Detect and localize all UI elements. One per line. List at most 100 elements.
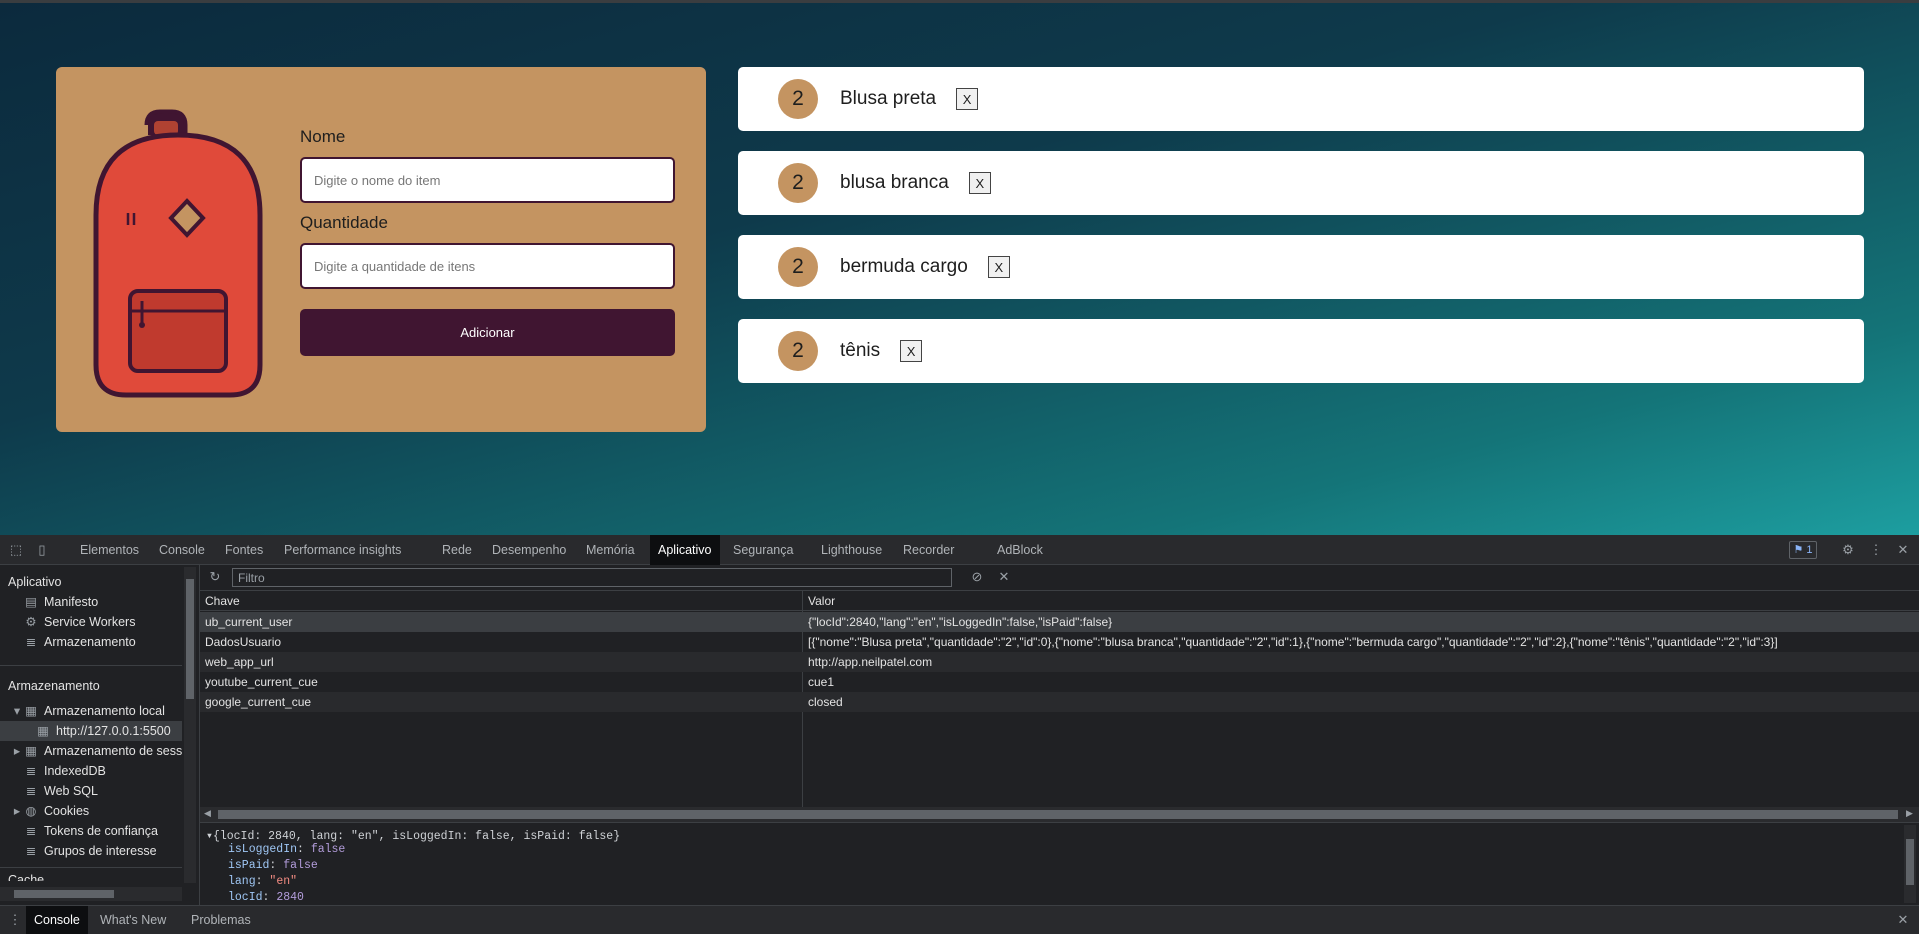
sidebar-item-session-storage[interactable]: ▸ ▦ Armazenamento de sessão <box>12 743 182 758</box>
refresh-icon[interactable]: ↻ <box>208 570 222 584</box>
delete-selected-icon[interactable]: ✕ <box>997 570 1011 584</box>
delete-item-button[interactable]: X <box>956 88 979 110</box>
sidebar-item-label: Web SQL <box>44 784 98 798</box>
expand-arrow-icon[interactable]: ▾ <box>206 830 213 843</box>
database-icon: ≣ <box>25 844 37 858</box>
preview-scrollbar-thumb[interactable] <box>1906 839 1914 885</box>
backpack-illustration <box>93 109 263 398</box>
item-quantity-badge: 2 <box>778 163 818 203</box>
issues-badge[interactable]: ⚑ 1 <box>1789 541 1817 559</box>
table-hscroll-thumb[interactable] <box>218 810 1898 819</box>
sidebar-item-storage[interactable]: ≣ Armazenamento <box>24 634 136 649</box>
row-key: youtube_current_cue <box>205 675 318 689</box>
tab-performance[interactable]: Desempenho <box>492 535 566 565</box>
sidebar-scrollbar-thumb[interactable] <box>186 579 194 699</box>
sidebar-item-websql[interactable]: ≣ Web SQL <box>24 783 98 798</box>
database-icon: ≣ <box>25 635 37 649</box>
sidebar-item-label: IndexedDB <box>44 764 106 778</box>
tab-console[interactable]: Console <box>159 535 205 565</box>
sidebar-item-service-workers[interactable]: ⚙ Service Workers <box>24 614 135 629</box>
tab-network[interactable]: Rede <box>442 535 472 565</box>
row-value: closed <box>808 695 843 709</box>
drawer-tab-console[interactable]: Console <box>26 906 88 934</box>
scroll-left-arrow-icon[interactable]: ◀ <box>204 808 211 819</box>
name-label: Nome <box>300 127 346 146</box>
drawer-tab-bar: ⋮ Console What's New Problemas ✕ <box>0 905 1919 934</box>
table-row-empty[interactable] <box>200 712 1919 732</box>
close-devtools-icon[interactable]: ✕ <box>1896 543 1910 557</box>
issues-count: 1 <box>1806 544 1813 556</box>
tab-memory[interactable]: Memória <box>586 535 635 565</box>
filter-input[interactable] <box>232 568 952 587</box>
sidebar-item-label: Armazenamento <box>44 635 136 649</box>
table-row[interactable]: ub_current_user {"locId":2840,"lang":"en… <box>200 612 1919 632</box>
row-value: [{"nome":"Blusa preta","quantidade":"2",… <box>808 635 1778 649</box>
drawer-tab-problems[interactable]: Problemas <box>191 906 251 934</box>
sidebar-item-cookies[interactable]: ▸ ◍ Cookies <box>12 803 89 818</box>
tab-performance-insights[interactable]: Performance insights <box>284 535 401 565</box>
row-key: web_app_url <box>205 655 274 669</box>
sidebar-item-label: http://127.0.0.1:5500 <box>56 724 171 738</box>
sidebar-item-local-origin[interactable]: ▦ http://127.0.0.1:5500 <box>0 721 182 741</box>
sidebar-scrollbar[interactable] <box>184 567 196 883</box>
more-options-icon[interactable]: ⋮ <box>1869 543 1883 557</box>
sidebar-divider <box>0 665 182 666</box>
tab-security[interactable]: Segurança <box>733 535 793 565</box>
item-name: blusa branca <box>840 172 949 193</box>
scroll-right-arrow-icon[interactable]: ▶ <box>1906 808 1913 819</box>
delete-item-button[interactable]: X <box>900 340 923 362</box>
database-icon: ≣ <box>25 824 37 838</box>
add-item-card: Nome Quantidade Adicionar <box>56 67 706 432</box>
preview-summary[interactable]: ▾{locId: 2840, lang: "en", isLoggedIn: f… <box>206 828 620 843</box>
prop-value: false <box>283 859 318 872</box>
drawer-menu-icon[interactable]: ⋮ <box>8 913 22 927</box>
tab-recorder[interactable]: Recorder <box>903 535 954 565</box>
tab-application[interactable]: Aplicativo <box>650 535 720 565</box>
sidebar-item-label: Cookies <box>44 804 90 818</box>
sidebar-item-indexeddb[interactable]: ≣ IndexedDB <box>24 763 106 778</box>
item-name-input[interactable] <box>300 157 675 203</box>
add-item-button[interactable]: Adicionar <box>300 309 675 356</box>
inspect-element-icon[interactable]: ⬚ <box>9 543 23 557</box>
sidebar-horizontal-scrollbar[interactable] <box>0 887 182 901</box>
column-header-value[interactable]: Valor <box>808 591 835 611</box>
tab-elements[interactable]: Elementos <box>80 535 139 565</box>
item-quantity-badge: 2 <box>778 247 818 287</box>
item-name: Blusa preta <box>840 88 937 109</box>
preview-scrollbar[interactable] <box>1904 825 1916 903</box>
preview-prop: locId: 2840 <box>228 891 304 904</box>
column-header-key[interactable]: Chave <box>205 591 795 611</box>
sidebar-item-label: Service Workers <box>44 615 136 629</box>
prop-value: 2840 <box>276 891 304 904</box>
tab-lighthouse[interactable]: Lighthouse <box>821 535 882 565</box>
tab-sources[interactable]: Fontes <box>225 535 263 565</box>
table-row[interactable]: youtube_current_cue cue1 <box>200 672 1919 692</box>
close-drawer-icon[interactable]: ✕ <box>1896 913 1910 927</box>
table-horizontal-scrollbar[interactable]: ◀ ▶ <box>200 807 1919 822</box>
grid-icon: ▦ <box>37 724 49 738</box>
table-row[interactable]: DadosUsuario [{"nome":"Blusa preta","qua… <box>200 632 1919 652</box>
prop-key: locId <box>228 891 263 904</box>
list-item: 2 Blusa preta X <box>738 67 1864 131</box>
tab-adblock[interactable]: AdBlock <box>997 535 1043 565</box>
item-quantity-input[interactable] <box>300 243 675 289</box>
sidebar-item-manifest[interactable]: ▤ Manifesto <box>24 594 98 609</box>
collapsed-arrow-icon: ▸ <box>13 804 21 818</box>
drawer-tab-whats-new[interactable]: What's New <box>100 906 166 934</box>
sidebar-item-interest-groups[interactable]: ≣ Grupos de interesse <box>24 843 157 858</box>
table-row[interactable]: google_current_cue closed <box>200 692 1919 712</box>
sidebar-item-trust-tokens[interactable]: ≣ Tokens de confiança <box>24 823 158 838</box>
sidebar-hscroll-thumb[interactable] <box>14 890 114 898</box>
delete-item-button[interactable]: X <box>987 256 1010 278</box>
preview-prop: isPaid: false <box>228 859 318 872</box>
prop-key: isLoggedIn <box>228 843 298 856</box>
clear-all-icon[interactable]: ⊘ <box>970 570 984 584</box>
file-icon: ▤ <box>25 595 37 609</box>
table-row[interactable]: web_app_url http://app.neilpatel.com <box>200 652 1919 672</box>
preview-summary-text: {locId: 2840, lang: "en", isLoggedIn: fa… <box>212 830 621 843</box>
storage-filter-bar: ↻ ⊘ ✕ <box>200 565 1919 591</box>
sidebar-item-local-storage[interactable]: ▾ ▦ Armazenamento local <box>12 703 165 718</box>
device-toolbar-icon[interactable]: ▯ <box>35 543 49 557</box>
delete-item-button[interactable]: X <box>968 172 991 194</box>
settings-gear-icon[interactable]: ⚙ <box>1841 543 1855 557</box>
